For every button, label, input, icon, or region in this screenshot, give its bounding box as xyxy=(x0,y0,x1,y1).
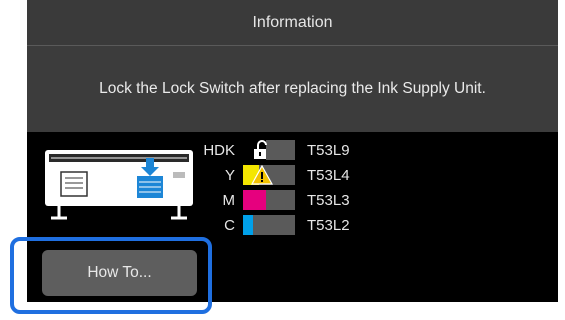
ink-level-bar xyxy=(243,190,295,210)
ink-code: T53L2 xyxy=(307,216,350,234)
ink-label: HDK xyxy=(203,141,235,159)
ink-row-y: Y T53L4 xyxy=(187,164,350,186)
ink-level-fill xyxy=(243,190,267,210)
ink-code: T53L4 xyxy=(307,166,350,184)
ink-code: T53L3 xyxy=(307,191,350,209)
ink-level-bar xyxy=(243,215,295,235)
ink-code: T53L9 xyxy=(307,141,350,159)
warning-icon xyxy=(251,165,273,185)
ink-row-hdk: HDK T53L9 xyxy=(187,139,350,161)
printer-icon xyxy=(45,150,193,220)
ink-level-fill xyxy=(243,215,254,235)
dialog-title: Information xyxy=(27,0,558,45)
highlight-frame xyxy=(10,237,212,314)
ink-label: Y xyxy=(224,166,235,184)
ink-level-bar xyxy=(243,165,295,185)
ink-row-c: C T53L2 xyxy=(187,214,350,236)
dialog-message: Lock the Lock Switch after replacing the… xyxy=(27,46,558,132)
ink-label: C xyxy=(224,216,235,234)
ink-row-m: M T53L3 xyxy=(187,189,350,211)
unlocked-padlock-icon xyxy=(254,140,267,159)
printer-illustration xyxy=(45,150,193,220)
ink-level-bar xyxy=(243,140,295,160)
ink-label: M xyxy=(222,191,236,209)
